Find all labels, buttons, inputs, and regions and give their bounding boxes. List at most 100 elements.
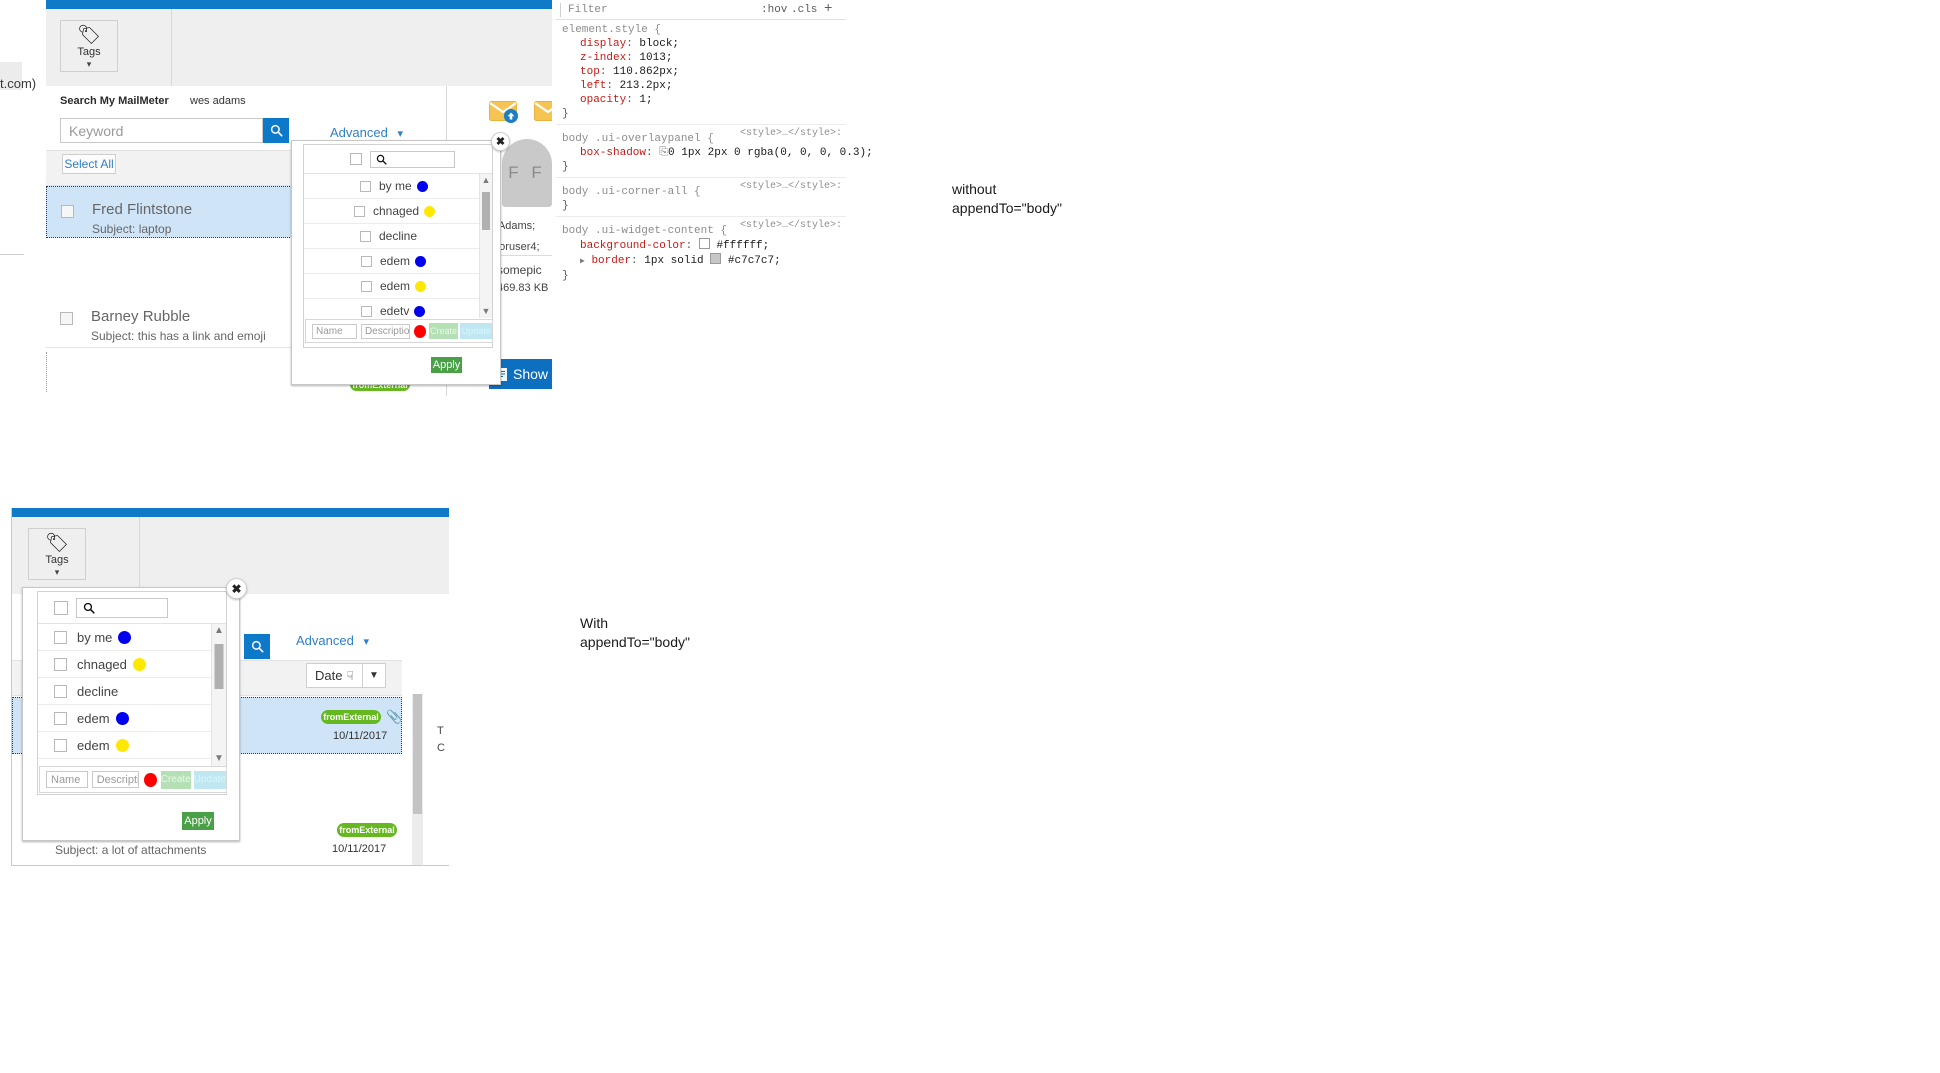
apply-button[interactable]: Apply (182, 812, 214, 830)
tag-item-checkbox[interactable] (54, 657, 67, 671)
chevron-up-icon[interactable]: ▲ (212, 624, 226, 636)
css-rule[interactable]: body .ui-overlaypanel { <style>…</style>… (556, 125, 873, 178)
devtools-filter-input[interactable]: Filter (568, 4, 608, 16)
tag-list-scrollbar[interactable]: ▲ ▼ (479, 174, 492, 318)
shadow-editor-icon[interactable]: ⎘ (659, 146, 668, 160)
css-value[interactable]: 110.862px; (613, 66, 679, 78)
css-declaration[interactable]: display: block; (562, 37, 846, 51)
tag-list-scrollbar[interactable]: ▲ ▼ (211, 624, 226, 766)
tag-description-input[interactable]: Description (91, 771, 139, 788)
css-value-color[interactable]: #c7c7c7; (728, 255, 781, 267)
chevron-up-icon[interactable]: ▲ (480, 174, 492, 185)
tags-button[interactable]: 🏷 Tags ▾ (60, 20, 118, 72)
css-origin[interactable]: <style>…</style>: (740, 220, 842, 231)
list-item[interactable]: edem (304, 249, 492, 274)
tag-item-checkbox[interactable] (361, 255, 372, 267)
css-value[interactable]: 1; (639, 94, 652, 106)
css-property[interactable]: background-color (580, 240, 686, 252)
list-item[interactable]: edem (38, 732, 226, 759)
css-rule[interactable]: element.style { display: block; z-index:… (556, 20, 846, 125)
advanced-toggle-link[interactable]: Advanced ▾ (330, 125, 403, 140)
sort-dropdown[interactable]: Date ☟ ▼ (306, 663, 386, 688)
tag-color-picker[interactable] (143, 772, 157, 787)
list-item[interactable]: edem (304, 274, 492, 299)
update-tag-button[interactable]: Update (460, 323, 492, 339)
list-item[interactable]: decline (304, 224, 492, 249)
select-all-button[interactable]: Select All (62, 154, 116, 174)
chevron-down-icon[interactable]: ▼ (212, 754, 226, 764)
color-swatch[interactable] (698, 238, 710, 249)
css-declaration[interactable]: ▶ border: 1px solid #c7c7c7; (562, 253, 846, 269)
tag-list[interactable]: by me chnaged decline edem edem (38, 624, 226, 766)
tag-name-input[interactable]: Name (46, 771, 88, 788)
css-property[interactable]: display (580, 38, 626, 50)
close-panel-button[interactable]: ✖ (491, 132, 510, 151)
css-declaration[interactable]: background-color: #ffffff; (562, 238, 846, 253)
css-value[interactable]: block; (639, 38, 679, 50)
tag-item-checkbox[interactable] (54, 630, 67, 644)
tag-item-checkbox[interactable] (361, 280, 372, 292)
css-selector[interactable]: body .ui-overlaypanel { (562, 133, 714, 145)
tag-name-input[interactable]: Name (312, 323, 357, 339)
chevron-down-icon[interactable]: ▼ (480, 307, 492, 316)
tag-item-checkbox[interactable] (360, 230, 371, 242)
css-selector[interactable]: body .ui-widget-content { (562, 225, 727, 237)
list-item[interactable]: chnaged (304, 199, 492, 224)
expand-triangle-icon[interactable]: ▶ (580, 255, 585, 269)
tag-description-input[interactable]: Description (360, 323, 410, 339)
list-item[interactable]: decline (38, 678, 226, 705)
list-item[interactable]: edem (38, 705, 226, 732)
css-property[interactable]: z-index (580, 52, 626, 64)
color-swatch[interactable] (710, 253, 722, 264)
tag-search-input[interactable] (76, 597, 168, 618)
create-tag-button[interactable]: Create (160, 770, 191, 789)
row-drag-handle[interactable] (46, 352, 51, 392)
tag-select-all-checkbox[interactable] (350, 153, 362, 165)
tag-item-checkbox[interactable] (54, 711, 67, 725)
css-declaration[interactable]: opacity: 1; (562, 93, 846, 107)
tag-item-checkbox[interactable] (361, 305, 372, 317)
tag-search-input[interactable] (370, 150, 455, 168)
css-value[interactable]: #ffffff; (716, 240, 769, 252)
css-property[interactable]: opacity (580, 94, 626, 106)
search-button[interactable] (263, 118, 289, 143)
close-panel-button[interactable]: ✖ (226, 578, 247, 599)
tag-select-all-checkbox[interactable] (54, 600, 68, 615)
search-button[interactable] (244, 634, 270, 659)
scrollbar-thumb[interactable] (413, 694, 422, 814)
css-declaration[interactable]: z-index: 1013; (562, 51, 846, 65)
css-property[interactable]: border (591, 255, 631, 267)
css-origin[interactable]: <style>…</style>: (740, 181, 842, 192)
cls-toggle[interactable]: .cls (791, 4, 817, 16)
advanced-toggle-link[interactable]: Advanced ▾ (296, 633, 369, 648)
css-selector[interactable]: element.style { (562, 23, 846, 37)
css-origin[interactable]: <style>…</style>: (740, 128, 842, 139)
list-item[interactable]: by me (38, 624, 226, 651)
tag-item-checkbox[interactable] (360, 180, 371, 192)
tag-color-picker[interactable] (413, 324, 426, 338)
list-item[interactable]: by me (304, 174, 492, 199)
tags-button[interactable]: 🏷 Tags ▾ (28, 528, 86, 580)
css-value[interactable]: 0 1px 2px 0 rgba(0, 0, 0, 0.3); (668, 147, 873, 159)
scrollbar-thumb[interactable] (482, 192, 490, 230)
row-checkbox[interactable] (60, 312, 73, 325)
css-value[interactable]: 213.2px; (620, 80, 673, 92)
row-checkbox[interactable] (61, 205, 74, 218)
css-value[interactable]: 1px solid (644, 255, 703, 267)
css-declaration[interactable]: top: 110.862px; (562, 65, 846, 79)
create-tag-button[interactable]: Create (428, 323, 459, 339)
tag-item-checkbox[interactable] (354, 205, 365, 217)
update-tag-button[interactable]: Update (193, 770, 226, 789)
css-declaration[interactable]: left: 213.2px; (562, 79, 846, 93)
css-property[interactable]: box-shadow (580, 147, 646, 159)
css-value[interactable]: 1013; (639, 52, 672, 64)
css-selector[interactable]: body .ui-corner-all { (562, 186, 701, 198)
new-style-rule-button[interactable]: + (824, 1, 832, 17)
css-property[interactable]: left (580, 80, 606, 92)
keyword-input[interactable]: Keyword (60, 118, 263, 143)
scrollbar-thumb[interactable] (214, 644, 224, 689)
css-property[interactable]: top (580, 66, 600, 78)
tag-list[interactable]: by me chnaged decline edem edem (304, 174, 492, 318)
tag-item-checkbox[interactable] (54, 684, 67, 698)
css-rule[interactable]: body .ui-widget-content { <style>…</styl… (556, 217, 846, 286)
